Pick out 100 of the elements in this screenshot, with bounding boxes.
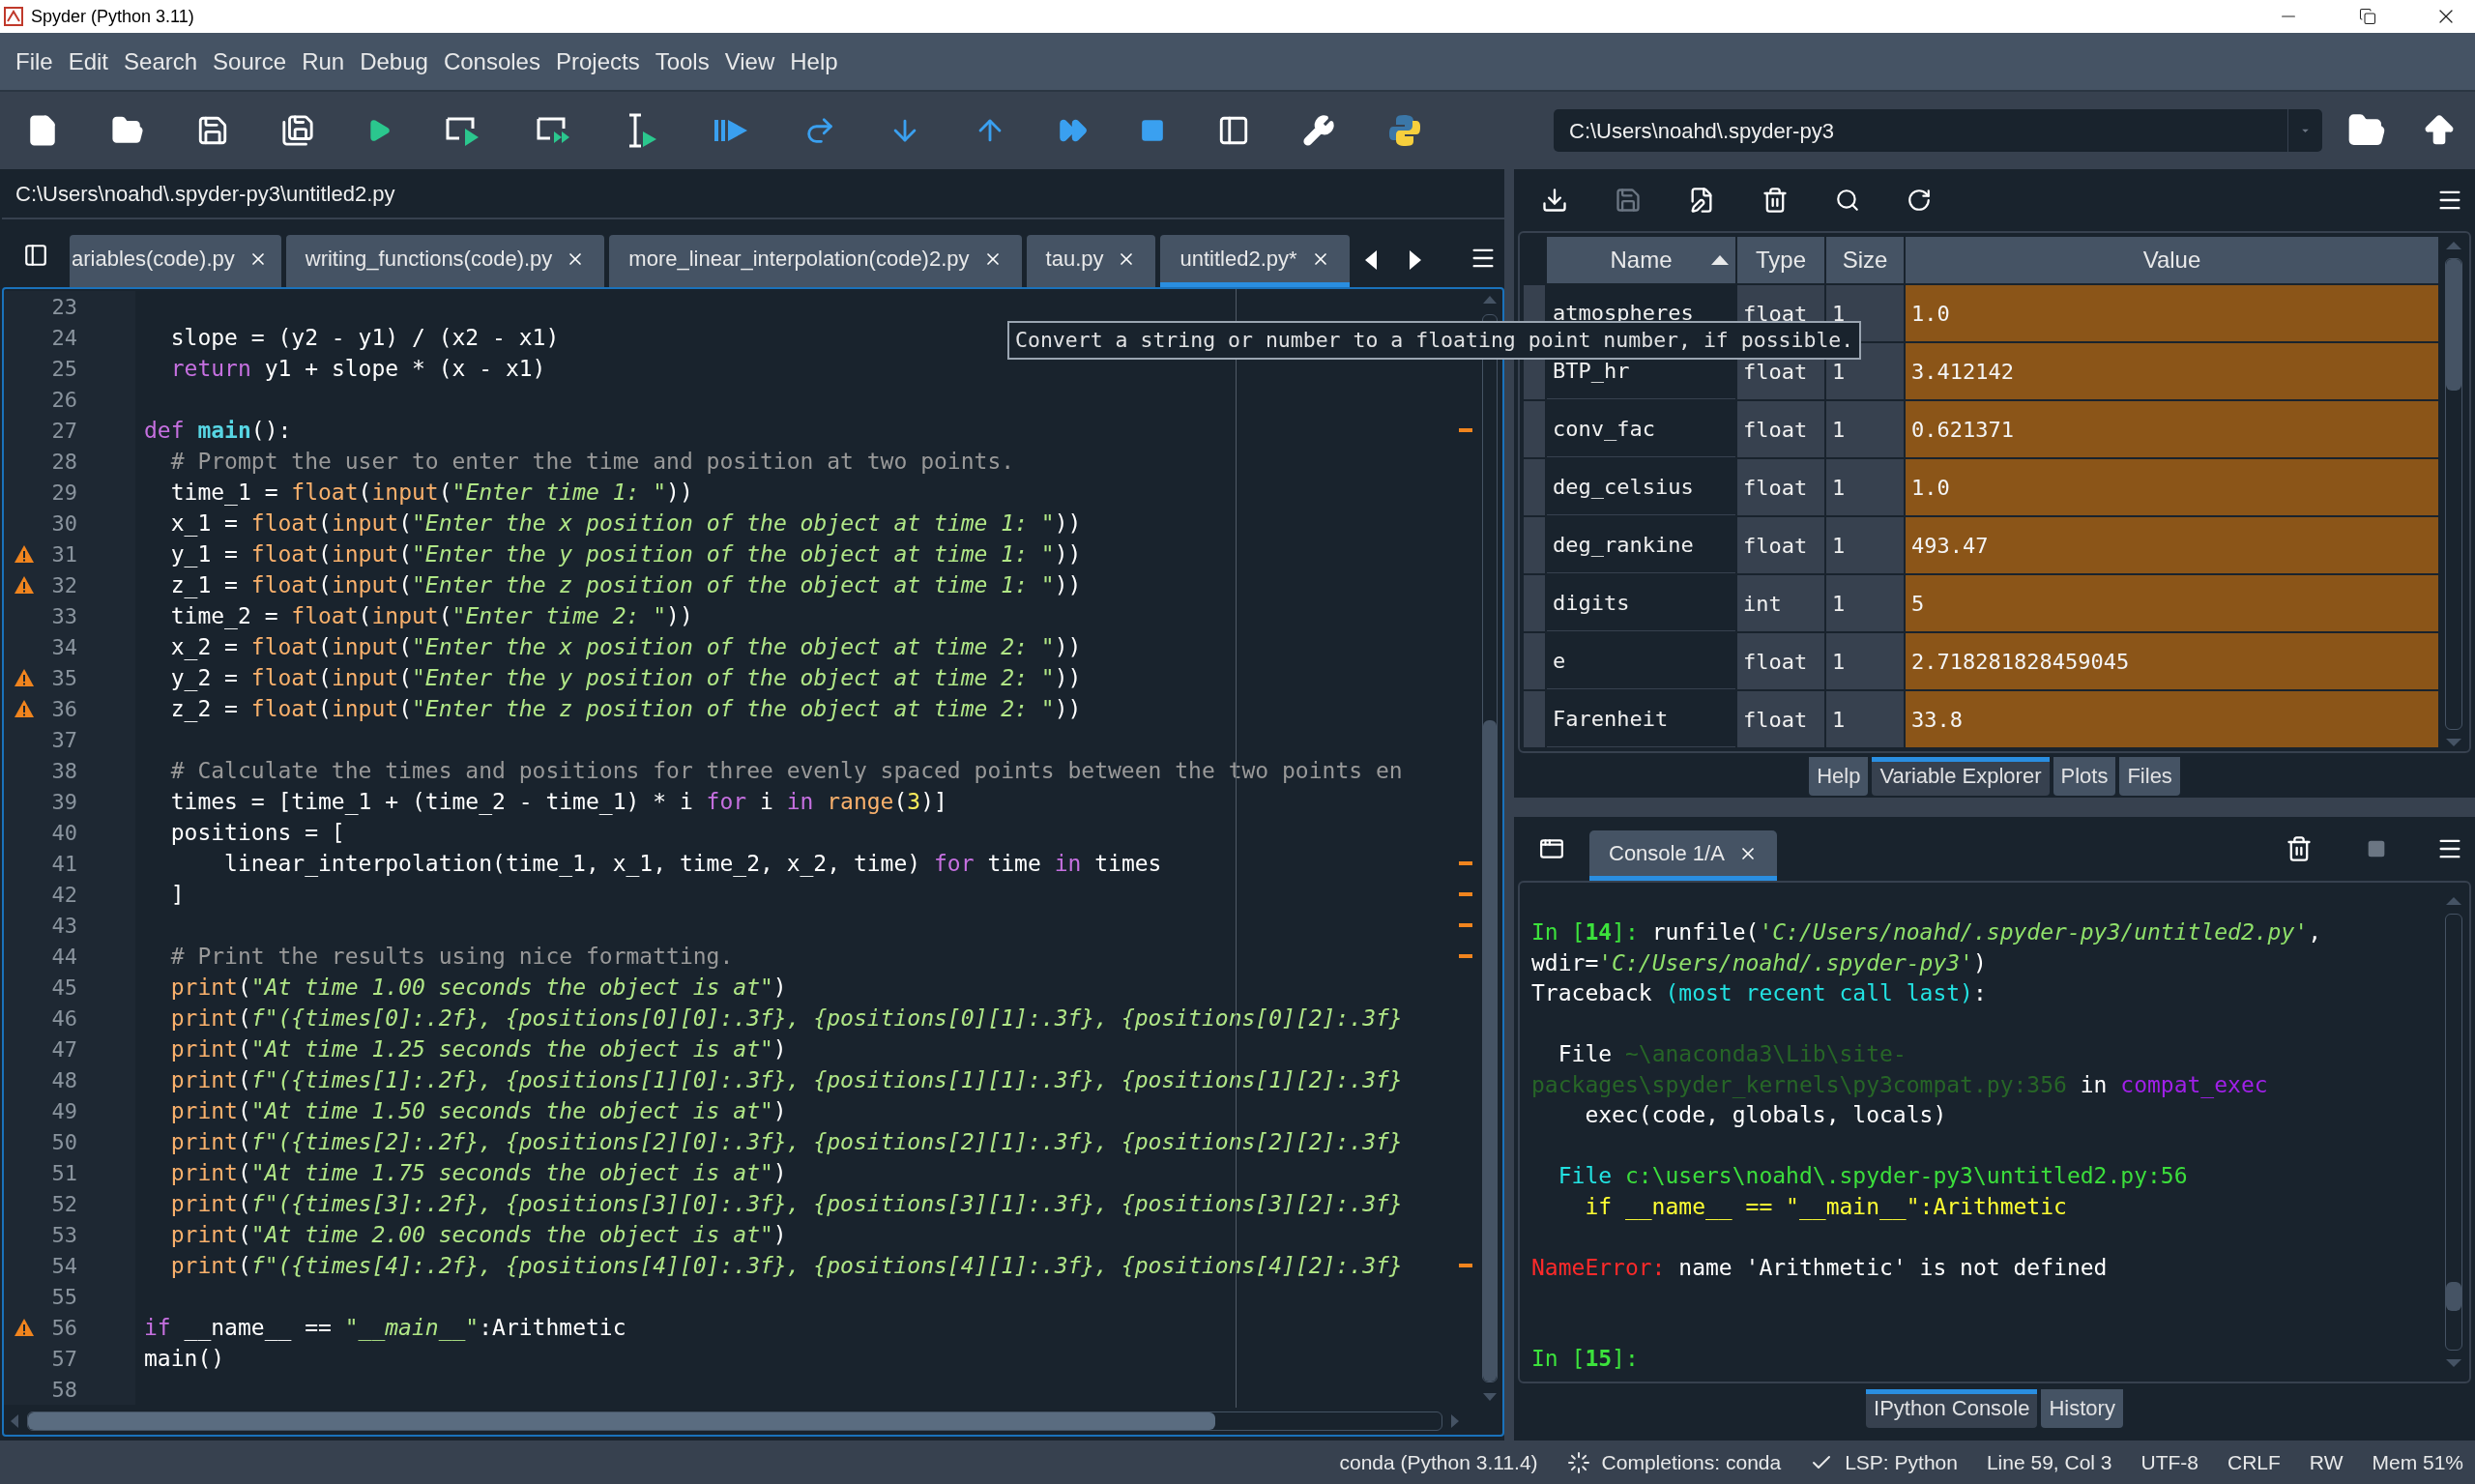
status-item: RW xyxy=(2309,1449,2344,1475)
wrench-icon[interactable] xyxy=(1302,114,1335,147)
line-number: 23 xyxy=(51,293,78,321)
table-cell: 1 xyxy=(1826,691,1904,747)
panel-icon[interactable] xyxy=(1217,114,1250,147)
code-line: # Print the results using nice formatting. xyxy=(169,943,734,969)
line-number: 47 xyxy=(51,1035,78,1063)
menu-item[interactable]: File xyxy=(8,44,61,79)
status-item: Mem 51% xyxy=(2372,1449,2463,1475)
menu-item[interactable]: Run xyxy=(294,44,353,79)
line-number: 56 xyxy=(51,1314,78,1342)
code-line: print(f"({times[0]:.2f}, {positions[0][0]:.3f}, {positions[0][1]:.3f}, {positions[0][2]:.3f} xyxy=(169,1004,1403,1031)
right-triangle-icon[interactable] xyxy=(1407,248,1423,272)
undock-icon[interactable] xyxy=(1539,836,1564,861)
console-line: NameError: name 'Arithmetic' is not defined xyxy=(1531,1254,2108,1280)
editor-tab[interactable]: tau.py xyxy=(1026,235,1156,287)
pane-tab[interactable]: History xyxy=(2041,1389,2123,1428)
column-header[interactable]: Type xyxy=(1737,237,1824,283)
code-line: x_2 = float(input("Enter the x position of the object at time 2: ")) xyxy=(169,633,1082,659)
line-number: 25 xyxy=(51,355,78,383)
code-line: time_1 = float(input("Enter time 1: ")) xyxy=(169,479,693,505)
menu-item[interactable]: Tools xyxy=(647,44,717,79)
pane-tab[interactable]: Help xyxy=(1809,757,1869,796)
menu-item[interactable]: Projects xyxy=(547,44,648,79)
table-cell: 1 xyxy=(1826,575,1904,631)
table-cell: 1 xyxy=(1826,459,1904,515)
menu-item[interactable]: Debug xyxy=(352,44,436,79)
pane-tab[interactable]: Variable Explorer xyxy=(1872,757,2050,796)
sort-arrow-icon xyxy=(1710,254,1730,266)
line-number: 33 xyxy=(51,602,78,630)
trash-icon[interactable] xyxy=(2286,835,2313,862)
menu-item[interactable]: Search xyxy=(116,44,206,79)
working-directory-field[interactable]: C:\Users\noahd\.spyder-py3 xyxy=(1554,109,2322,152)
search-icon[interactable] xyxy=(1835,188,1860,213)
column-header[interactable]: Size xyxy=(1826,237,1904,283)
save-all-icon[interactable] xyxy=(281,114,314,147)
pane-tab[interactable]: IPython Console xyxy=(1866,1389,2038,1428)
restore-icon[interactable] xyxy=(2359,8,2376,25)
line-number: 24 xyxy=(51,324,78,352)
code-line: times = [time_1 + (time_2 - time_1) * i for i in range(3)] xyxy=(169,788,947,814)
line-number: 36 xyxy=(51,695,78,723)
editor-tab[interactable]: ariables(code).py xyxy=(70,235,281,287)
editor-tab[interactable]: writing_functions(code).py xyxy=(285,235,605,287)
line-number: 38 xyxy=(51,757,78,785)
table-cell: 1 xyxy=(1826,633,1904,689)
code-line: linear_interpolation(time_1, x_1, time_2, x_2, time) for time in times xyxy=(223,850,1162,876)
status-item: UTF-8 xyxy=(2140,1449,2198,1475)
menu-item[interactable]: View xyxy=(716,44,783,79)
console-line: Traceback (most recent call last): xyxy=(1531,980,1987,1005)
console-tab[interactable]: Console 1/A xyxy=(1589,830,1777,881)
scrollbar-thumb[interactable] xyxy=(1483,720,1497,1382)
line-number: 39 xyxy=(51,788,78,816)
square-icon[interactable] xyxy=(1140,118,1165,143)
line-number: 46 xyxy=(51,1004,78,1033)
undock-icon[interactable] xyxy=(23,243,48,268)
column-header[interactable]: Value xyxy=(1906,237,2438,283)
table-cell: float xyxy=(1737,459,1824,515)
two-snakes-icon[interactable] xyxy=(1387,113,1422,148)
loading-icon xyxy=(1566,1450,1590,1474)
console-output[interactable] xyxy=(1518,881,2471,1383)
line-number: 32 xyxy=(51,571,78,599)
line-number: 50 xyxy=(51,1128,78,1156)
code-line: return y1 + slope * (x - x1) xyxy=(169,355,546,381)
code-line: z_1 = float(input("Enter the z position of the object at time 1: ")) xyxy=(169,571,1082,597)
editor-tab[interactable]: more_linear_interpolation(code)2.py xyxy=(609,235,1022,287)
console-line: In [15]: xyxy=(1531,1346,1639,1371)
download-icon[interactable] xyxy=(1541,187,1568,214)
console-line: File ~\anaconda3\Lib\site- xyxy=(1557,1041,1907,1066)
table-cell: 3.412142 xyxy=(1906,343,2438,399)
save-icon[interactable] xyxy=(196,114,229,147)
code-line: if __name__ == "__main__":Arithmetic xyxy=(144,1314,626,1340)
table-cell: 5 xyxy=(1906,575,2438,631)
save-icon xyxy=(1615,187,1642,214)
scrollbar-thumb[interactable] xyxy=(28,1412,1216,1430)
trash-icon[interactable] xyxy=(1762,187,1789,214)
pane-tab[interactable]: Files xyxy=(2119,757,2180,796)
menu-item[interactable]: Help xyxy=(782,44,846,79)
code-line: positions = [ xyxy=(169,819,345,845)
line-number: 42 xyxy=(51,881,78,909)
menu-item[interactable]: Edit xyxy=(60,44,117,79)
refresh-icon[interactable] xyxy=(1907,188,1932,213)
pane-tab[interactable]: Plots xyxy=(2053,757,2116,796)
code-line: y_1 = float(input("Enter the y position of the object at time 1: ")) xyxy=(169,540,1082,567)
table-cell: float xyxy=(1737,691,1824,747)
line-number: 27 xyxy=(51,417,78,445)
line-number: 57 xyxy=(51,1345,78,1373)
scrollbar-thumb[interactable] xyxy=(2446,1282,2461,1311)
menu-item[interactable]: Consoles xyxy=(435,44,548,79)
window-title: Spyder (Python 3.11) xyxy=(31,5,194,28)
line-number: 37 xyxy=(51,726,78,754)
table-cell: 1.0 xyxy=(1906,285,2438,341)
table-cell: 0.621371 xyxy=(1906,401,2438,457)
code-line: main() xyxy=(144,1345,225,1371)
scrollbar-thumb[interactable] xyxy=(2446,259,2461,392)
column-header[interactable]: Name xyxy=(1547,237,1735,283)
line-number: 29 xyxy=(51,479,78,507)
menu-item[interactable]: Source xyxy=(205,44,295,79)
line-number: 48 xyxy=(51,1066,78,1094)
editor-tab[interactable]: untitled2.py* xyxy=(1160,235,1350,287)
line-number: 28 xyxy=(51,448,78,476)
